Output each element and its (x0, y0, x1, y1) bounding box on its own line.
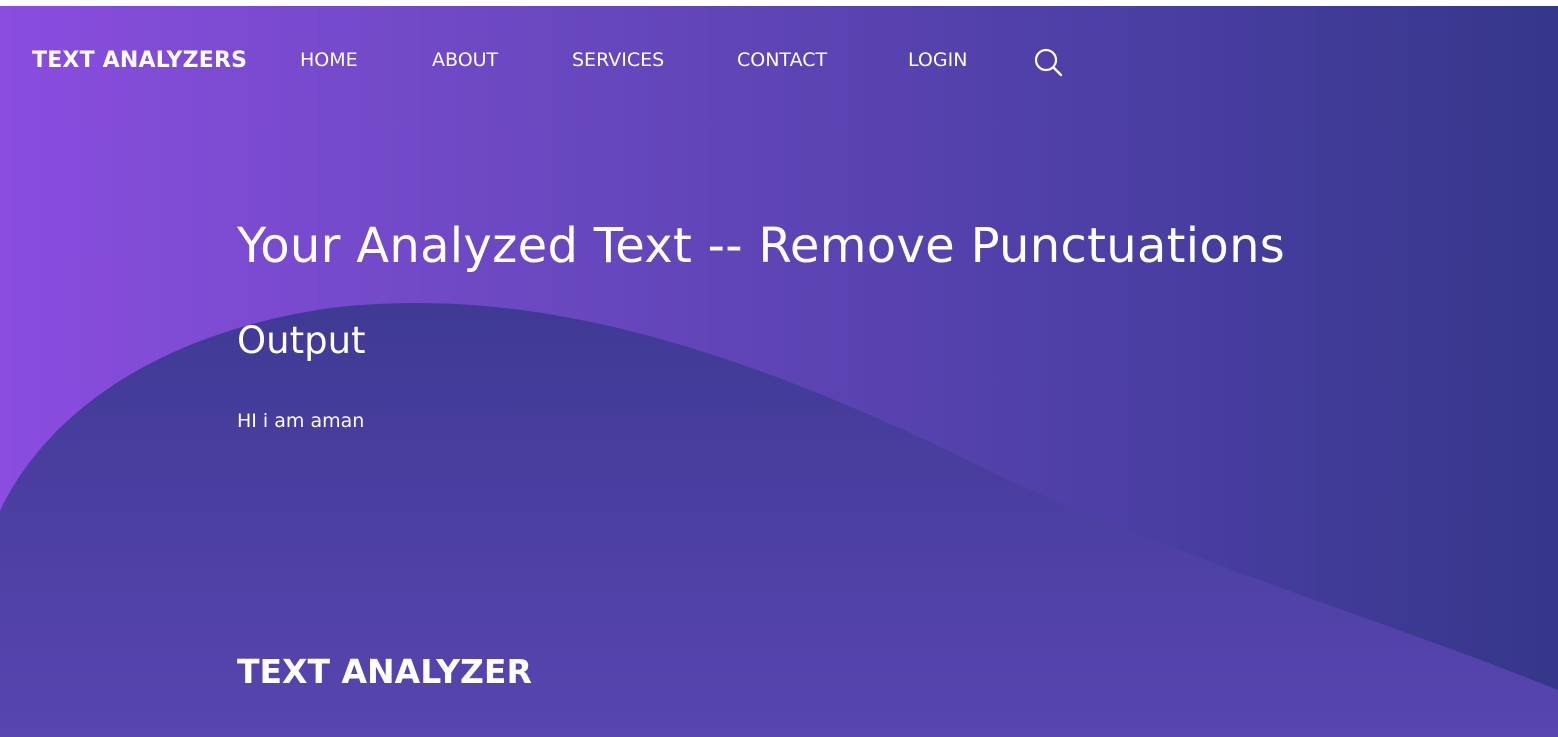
nav-services-link[interactable]: SERVICES (572, 49, 664, 71)
output-text: HI i am aman (237, 410, 365, 432)
page: TEXT ANALYZERS HOME ABOUT SERVICES CONTA… (0, 0, 1558, 737)
output-heading: Output (237, 319, 366, 362)
page-title: Your Analyzed Text -- Remove Punctuation… (237, 218, 1286, 274)
search-icon[interactable] (1032, 46, 1064, 78)
footer-heading: TEXT ANALYZER (237, 652, 532, 691)
nav-about-link[interactable]: ABOUT (432, 49, 498, 71)
navbar: TEXT ANALYZERS HOME ABOUT SERVICES CONTA… (0, 36, 1558, 86)
nav-contact-link[interactable]: CONTACT (737, 49, 827, 71)
hero-section: TEXT ANALYZERS HOME ABOUT SERVICES CONTA… (0, 6, 1558, 737)
background-wave (0, 303, 1558, 737)
nav-home-link[interactable]: HOME (300, 49, 358, 71)
brand-logo[interactable]: TEXT ANALYZERS (32, 48, 247, 73)
nav-login-link[interactable]: LOGIN (908, 49, 967, 71)
